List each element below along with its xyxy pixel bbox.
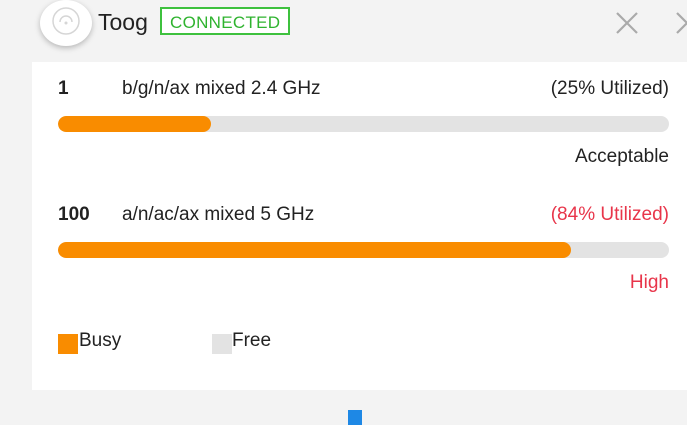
device-header: Toog CONNECTED bbox=[0, 0, 687, 62]
utilization-text: (84% Utilized) bbox=[550, 204, 669, 225]
channel-number: 100 bbox=[58, 204, 90, 225]
status-badge: CONNECTED bbox=[160, 7, 291, 35]
utilization-level: High bbox=[629, 272, 669, 293]
chevron-right-icon[interactable] bbox=[672, 8, 687, 38]
close-icon[interactable] bbox=[612, 8, 642, 38]
legend-free-label: Free bbox=[232, 330, 272, 351]
pager-indicator[interactable] bbox=[348, 410, 362, 425]
channel-number: 1 bbox=[58, 78, 69, 99]
access-point-icon bbox=[40, 0, 92, 46]
utilization-bar-fill bbox=[58, 116, 211, 132]
busy-swatch bbox=[58, 334, 78, 354]
radio-mode: b/g/n/ax mixed 2.4 GHz bbox=[122, 78, 321, 99]
utilization-level: Acceptable bbox=[574, 146, 669, 167]
legend-busy-label: Busy bbox=[79, 330, 122, 351]
utilization-bar-fill bbox=[58, 242, 572, 258]
utilization-bar bbox=[58, 116, 669, 132]
utilization-text: (25% Utilized) bbox=[550, 78, 669, 99]
device-name: Toog bbox=[98, 9, 148, 35]
channel-utilization-card: 1 b/g/n/ax mixed 2.4 GHz (25% Utilized) … bbox=[32, 62, 687, 390]
free-swatch bbox=[212, 334, 232, 354]
utilization-bar bbox=[58, 242, 669, 258]
radio-mode: a/n/ac/ax mixed 5 GHz bbox=[122, 204, 315, 225]
